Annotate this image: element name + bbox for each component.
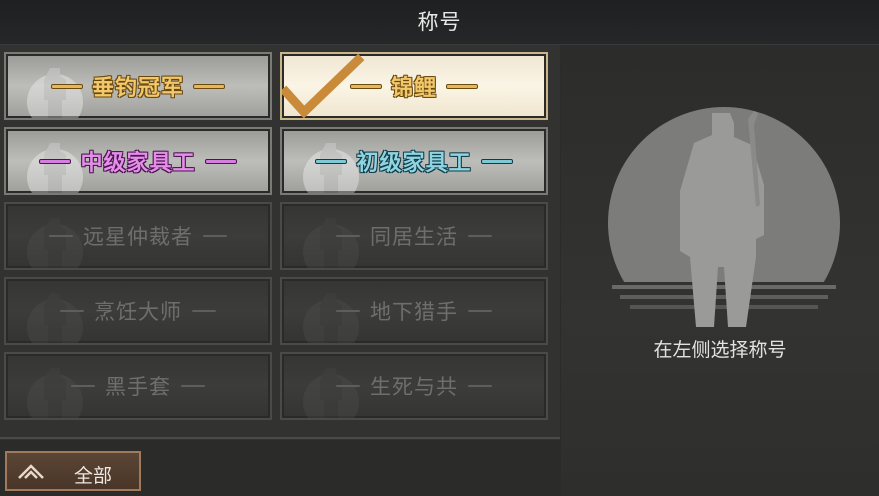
left-dash: [49, 235, 73, 237]
left-dash: [336, 235, 360, 237]
title-card-selected[interactable]: 锦鲤: [280, 52, 548, 120]
title-card-locked[interactable]: 生死与共: [280, 352, 548, 420]
right-dash: [468, 310, 492, 312]
chevron-up-icon: [18, 464, 44, 479]
left-dash: [316, 159, 347, 163]
title-label: 同居生活: [282, 204, 546, 268]
title-card-locked[interactable]: 地下猎手: [280, 277, 548, 345]
select-title-hint: 在左侧选择称号: [653, 339, 787, 361]
left-dash: [51, 84, 82, 88]
filter-all-button[interactable]: 全部: [5, 451, 141, 491]
right-dash: [468, 235, 492, 237]
left-dash: [350, 84, 381, 88]
right-dash: [181, 385, 205, 387]
title-card-locked[interactable]: 同居生活: [280, 202, 548, 270]
title-preview-panel: 在左侧选择称号: [561, 45, 879, 496]
filter-label: 全部: [73, 465, 112, 487]
title-label: 地下猎手: [282, 279, 546, 343]
title-card-locked[interactable]: 黑手套: [4, 352, 272, 420]
title-label: 生死与共: [282, 354, 546, 418]
right-dash: [205, 159, 236, 163]
title-card-locked[interactable]: 远星仲裁者: [4, 202, 272, 270]
title-card[interactable]: 垂钓冠军: [4, 52, 272, 120]
title-label: 远星仲裁者: [6, 204, 270, 268]
title-label: 黑手套: [6, 354, 270, 418]
title-label: 锦鲤: [282, 54, 546, 118]
right-dash: [203, 235, 227, 237]
left-dash: [336, 310, 360, 312]
title-label: 中级家具工: [6, 129, 270, 193]
bottom-divider: [0, 437, 560, 439]
page-title: 称号: [417, 10, 462, 34]
title-label: 垂钓冠军: [6, 54, 270, 118]
title-label: 初级家具工: [282, 129, 546, 193]
right-dash: [194, 84, 224, 88]
top-bar: 称号: [0, 0, 879, 45]
title-card[interactable]: 初级家具工: [280, 127, 548, 195]
title-card-locked[interactable]: 烹饪大师: [4, 277, 272, 345]
title-label: 烹饪大师: [6, 279, 270, 343]
left-dash: [60, 310, 84, 312]
right-dash: [447, 84, 477, 88]
right-dash: [481, 159, 512, 163]
right-dash: [468, 385, 492, 387]
right-dash: [192, 310, 216, 312]
left-dash: [336, 385, 360, 387]
left-dash: [71, 385, 95, 387]
title-grid: 垂钓冠军 锦鲤 中级家具工 初级家具工 远星仲裁者 同居生活 烹饪大师 地下猎手…: [4, 52, 548, 420]
title-card[interactable]: 中级家具工: [4, 127, 272, 195]
left-dash: [40, 159, 71, 163]
